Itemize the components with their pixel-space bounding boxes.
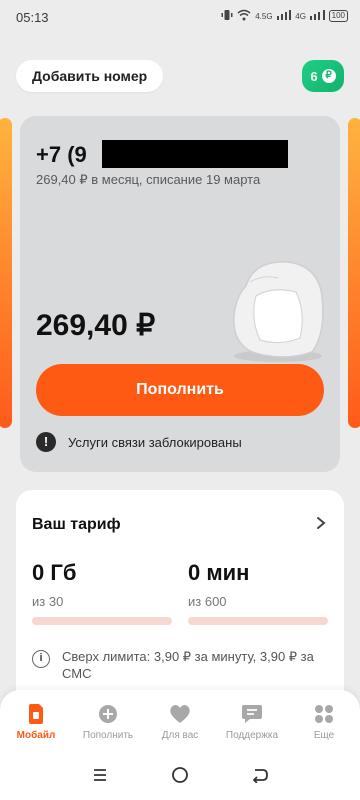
overlimit-text: Сверх лимита: 3,90 ₽ за минуту, 3,90 ₽ з… (62, 649, 314, 681)
nav-label: Мобайл (16, 730, 56, 741)
overlimit-info: i Сверх лимита: 3,90 ₽ за минуту, 3,90 ₽… (32, 648, 332, 682)
chevron-right-icon[interactable] (316, 514, 326, 535)
status-icons: 4.5G 4G 100 (221, 9, 348, 23)
coin-icon: ₽ (321, 69, 336, 83)
nav-label: Для вас (161, 730, 199, 741)
bonus-count: 6 (310, 68, 318, 84)
heart-icon (144, 702, 216, 726)
network-label-1: 4.5G (255, 11, 273, 21)
nav-label: Пополнить (82, 730, 134, 741)
nav-label: Еще (313, 730, 335, 741)
prev-card-peek[interactable] (0, 118, 12, 428)
pillow-illustration (233, 261, 324, 362)
home-icon[interactable] (168, 763, 192, 787)
menu-icon[interactable] (88, 763, 112, 787)
vibrate-icon (221, 9, 233, 23)
signal-icon (309, 10, 325, 22)
sim-icon (0, 702, 72, 726)
nav-item-mobile[interactable]: Мобайл (0, 690, 72, 750)
data-total: из 30 (32, 594, 64, 609)
minutes-amount: 0 мин (188, 560, 250, 585)
minutes-stat: 0 мин из 600 (188, 560, 328, 625)
chat-icon (216, 702, 288, 726)
nav-item-for-you[interactable]: Для вас (144, 690, 216, 750)
phone-number: +7 (9 (36, 142, 87, 167)
data-amount: 0 Гб (32, 560, 77, 585)
network-label-2: 4G (295, 11, 306, 21)
billing-info: 269,40 ₽ в месяц, списание 19 марта (36, 172, 261, 187)
balance-amount: 269,40 ₽ (36, 309, 156, 342)
plus-circle-icon (72, 702, 144, 726)
system-nav-bar (0, 750, 360, 800)
data-progress-bar (32, 617, 172, 625)
nav-label: Поддержка (225, 730, 279, 741)
next-card-peek[interactable] (348, 118, 360, 428)
redaction-block (102, 140, 288, 168)
grid-icon (288, 702, 360, 726)
blocked-warning[interactable]: ! Услуги связи заблокированы (36, 432, 242, 452)
status-time: 05:13 (16, 10, 49, 25)
info-icon: i (32, 650, 50, 668)
nav-item-topup[interactable]: Пополнить (72, 690, 144, 750)
add-number-button[interactable]: Добавить номер (16, 60, 164, 92)
signal-icon (276, 10, 292, 22)
back-icon[interactable] (248, 763, 272, 787)
account-card[interactable]: +7 (9 269,40 ₽ в месяц, списание 19 март… (20, 116, 340, 472)
blocked-warning-text: Услуги связи заблокированы (68, 434, 242, 450)
status-bar: 05:13 4.5G 4G 100 (0, 0, 360, 36)
tariff-title: Ваш тариф (32, 516, 121, 533)
topup-button[interactable]: Пополнить (36, 364, 324, 416)
bonus-badge[interactable]: 6 ₽ (302, 60, 344, 92)
nav-item-support[interactable]: Поддержка (216, 690, 288, 750)
tariff-card[interactable]: Ваш тариф 0 Гб из 30 0 мин из 600 i Свер… (16, 490, 344, 720)
minutes-progress-bar (188, 617, 328, 625)
minutes-total: из 600 (188, 594, 227, 609)
nav-item-more[interactable]: Еще (288, 690, 360, 750)
bottom-nav: Мобайл Пополнить Для вас Поддержка Еще (0, 690, 360, 750)
alert-icon: ! (36, 432, 56, 452)
wifi-icon (237, 9, 251, 23)
data-stat: 0 Гб из 30 (32, 560, 172, 625)
battery-icon: 100 (328, 10, 348, 22)
